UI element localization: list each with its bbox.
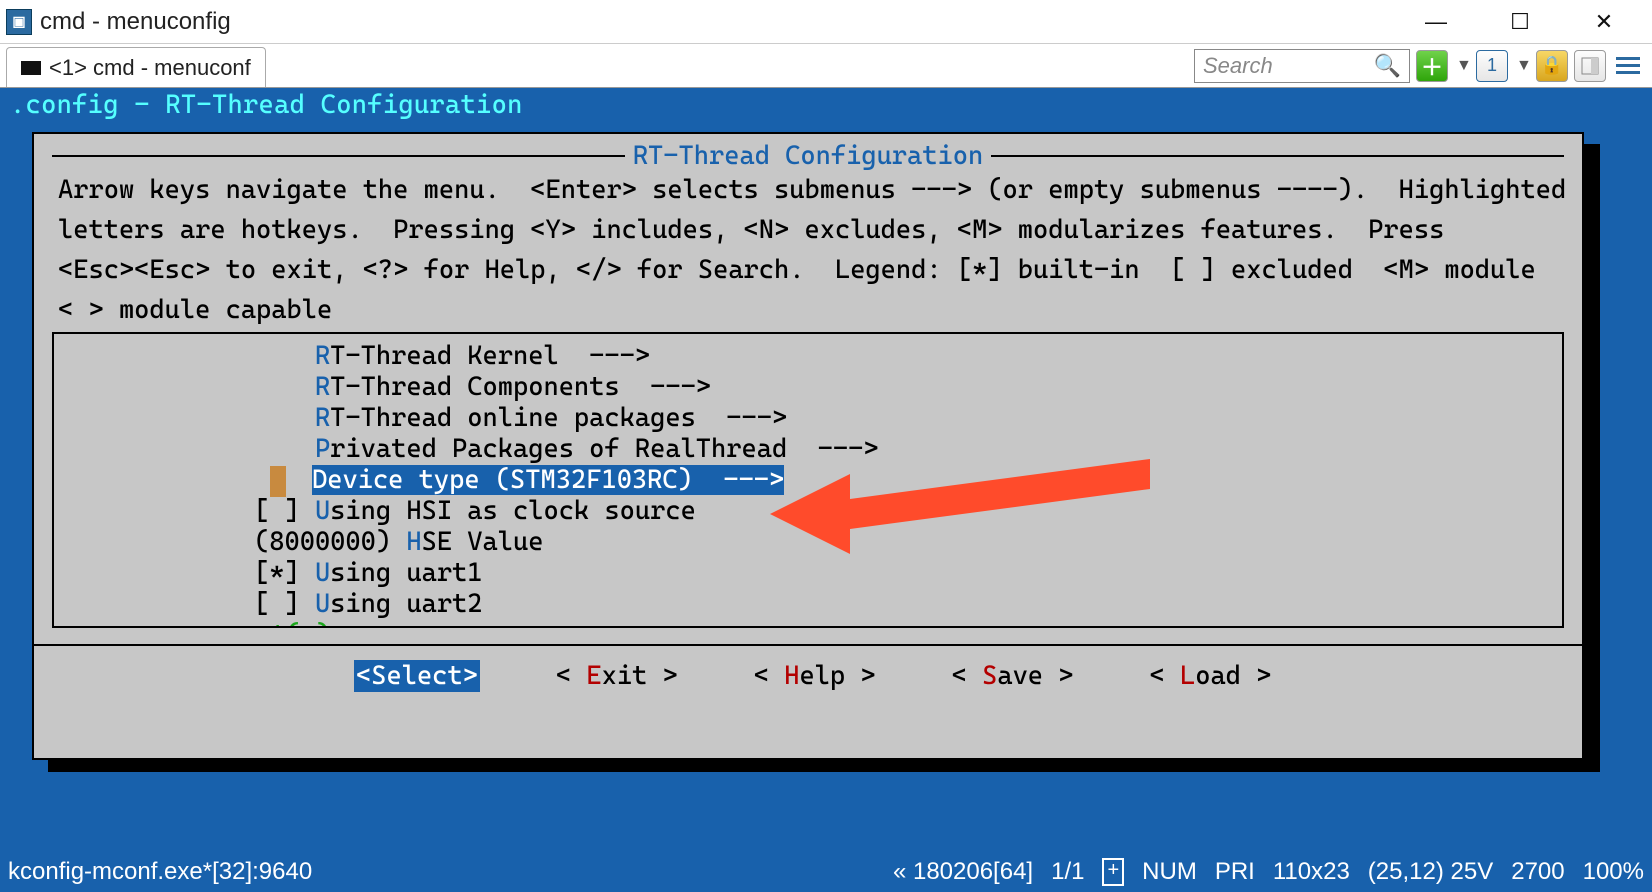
window-title: cmd - menuconfig: [40, 8, 231, 36]
status-numlock: NUM: [1142, 858, 1197, 886]
window-number-dropdown[interactable]: ▼: [1514, 57, 1530, 75]
instructions-line-1: Arrow keys navigate the menu. <Enter> se…: [34, 172, 1582, 212]
dialog-title: RT-Thread Configuration: [625, 140, 991, 172]
search-placeholder: Search: [1203, 53, 1273, 79]
instructions-line-3: <Esc><Esc> to exit, <?> for Help, </> fo…: [34, 252, 1582, 292]
tab-cmd-menuconf[interactable]: <1> cmd - menuconf: [6, 47, 266, 87]
menu-item-0[interactable]: RT-Thread Kernel --->: [54, 340, 1562, 371]
menu-pane: RT-Thread Kernel ---> RT-Thread Componen…: [52, 332, 1564, 628]
panel-button[interactable]: [1574, 50, 1606, 82]
instructions-line-2: letters are hotkeys. Pressing <Y> includ…: [34, 212, 1582, 252]
status-zoom: 100%: [1583, 858, 1644, 886]
lock-button[interactable]: 🔒: [1536, 50, 1568, 82]
menu-item-8[interactable]: [ ] Using uart2: [54, 588, 1562, 619]
status-plus-icon: +: [1102, 858, 1124, 886]
load-button[interactable]: < Load >: [1150, 660, 1272, 692]
exit-button[interactable]: < Exit >: [556, 660, 678, 692]
selection-marker: [270, 466, 286, 497]
status-bar: kconfig-mconf.exe*[32]:9640 « 180206[64]…: [0, 852, 1652, 892]
search-icon: 🔍: [1374, 53, 1401, 79]
tab-toolbar-row: <1> cmd - menuconf Search 🔍 ＋ ▼ 1 ▼ 🔒: [0, 44, 1652, 88]
config-dialog: RT-Thread Configuration Arrow keys navig…: [32, 132, 1584, 760]
terminal-icon: [21, 61, 41, 75]
window-number-button[interactable]: 1: [1476, 50, 1508, 82]
menu-item-5[interactable]: [ ] Using HSI as clock source: [54, 495, 1562, 526]
search-input[interactable]: Search 🔍: [1194, 49, 1410, 83]
menu-item-3[interactable]: Privated Packages of RealThread --->: [54, 433, 1562, 464]
status-pid: 2700: [1511, 858, 1564, 886]
menu-item-1[interactable]: RT-Thread Components --->: [54, 371, 1562, 402]
panel-icon: [1581, 57, 1599, 75]
app-icon: ▣: [6, 9, 32, 35]
config-header-line: .config - RT-Thread Configuration: [0, 88, 1652, 122]
more-indicator: ↓(+): [54, 619, 1562, 628]
help-button[interactable]: < Help >: [754, 660, 876, 692]
menu-item-2[interactable]: RT-Thread online packages --->: [54, 402, 1562, 433]
close-button[interactable]: ✕: [1582, 7, 1626, 37]
menu-item-7[interactable]: [*] Using uart1: [54, 557, 1562, 588]
menu-item-6[interactable]: (8000000) HSE Value: [54, 526, 1562, 557]
terminal-area: .config - RT-Thread Configuration RT-Thr…: [0, 88, 1652, 852]
dialog-title-row: RT-Thread Configuration: [34, 140, 1582, 172]
menu-item-4[interactable]: Device type (STM32F103RC) --->: [54, 464, 1562, 495]
dialog-buttons: <Select> < Exit > < Help > < Save > < Lo…: [34, 644, 1582, 706]
maximize-button[interactable]: ☐: [1498, 7, 1542, 37]
status-tab-count: 1/1: [1051, 858, 1084, 886]
window-titlebar: ▣ cmd - menuconfig — ☐ ✕: [0, 0, 1652, 44]
add-tab-button[interactable]: ＋: [1416, 50, 1448, 82]
save-button[interactable]: < Save >: [952, 660, 1074, 692]
select-button[interactable]: <Select>: [354, 660, 480, 692]
status-priority: PRI: [1215, 858, 1255, 886]
status-size: 110x23: [1273, 858, 1350, 886]
hamburger-icon: [1616, 56, 1640, 76]
minimize-button[interactable]: —: [1414, 7, 1458, 37]
tab-label: <1> cmd - menuconf: [49, 55, 251, 81]
status-build: « 180206[64]: [893, 858, 1033, 886]
lock-icon: 🔒: [1541, 55, 1563, 76]
status-process: kconfig-mconf.exe*[32]:9640: [8, 858, 312, 886]
status-cursor: (25,12) 25V: [1368, 858, 1493, 886]
add-tab-dropdown[interactable]: ▼: [1454, 57, 1470, 75]
menu-button[interactable]: [1612, 50, 1644, 82]
instructions-line-4: < > module capable: [34, 292, 1582, 332]
